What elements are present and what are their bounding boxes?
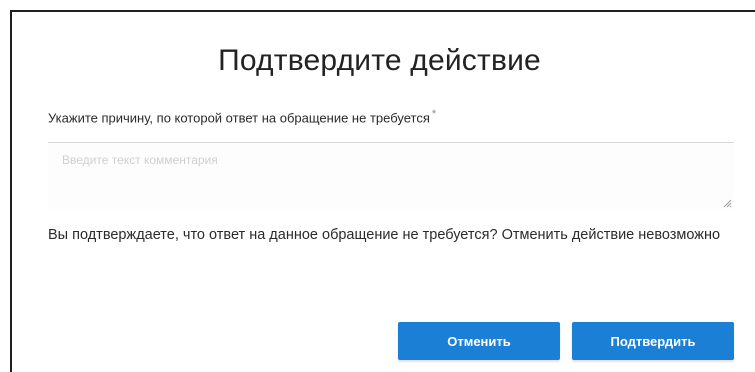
confirm-button[interactable]: Подтвердить (572, 322, 734, 360)
reason-label: Укажите причину, по которой ответ на обр… (48, 108, 436, 125)
dialog-title: Подтвердите действие (218, 44, 541, 77)
cancel-button[interactable]: Отменить (398, 322, 560, 360)
confirm-dialog: Подтвердите действие Укажите причину, по… (10, 10, 755, 372)
reason-label-text: Укажите причину, по которой ответ на обр… (48, 110, 430, 126)
required-mark: * (431, 108, 437, 120)
reason-textarea-container (48, 142, 734, 210)
reason-textarea[interactable] (48, 143, 734, 210)
confirm-message: Вы подтверждаете, что ответ на данное об… (48, 227, 721, 243)
resize-handle-icon[interactable] (722, 198, 732, 208)
